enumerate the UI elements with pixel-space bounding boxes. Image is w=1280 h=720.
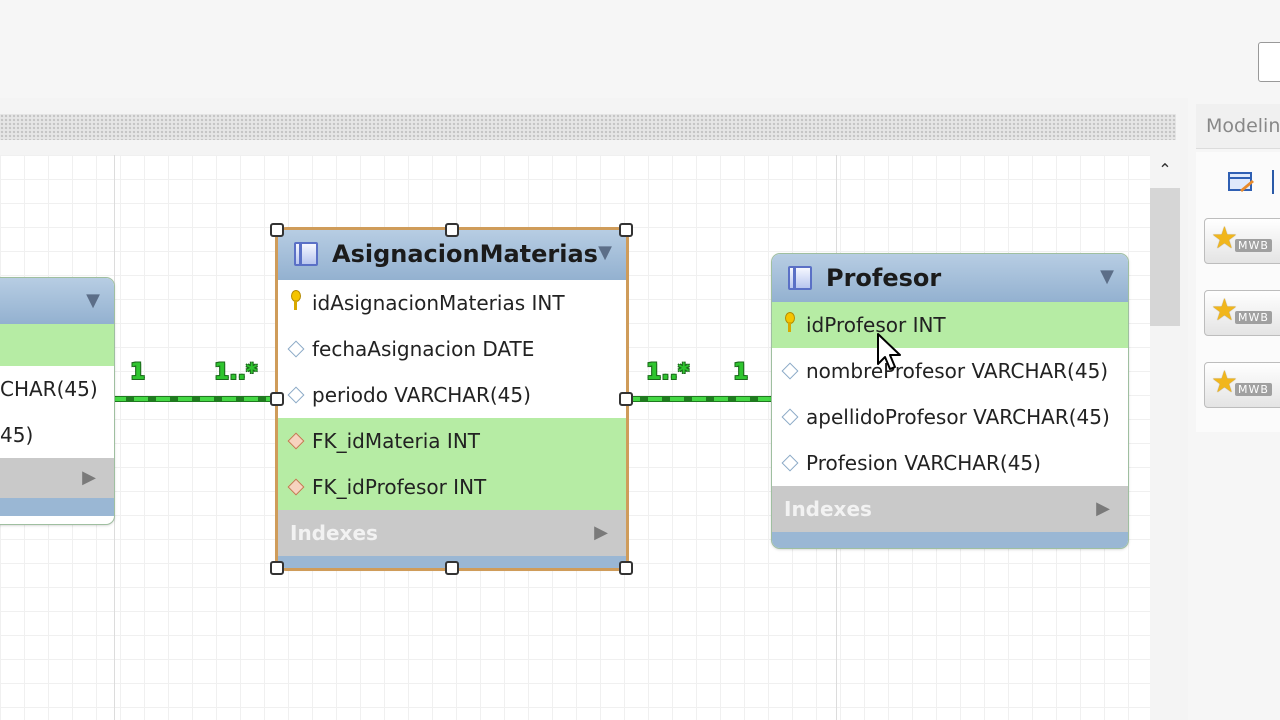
- primary-key-icon: [784, 312, 795, 334]
- table-header[interactable]: AsignacionMaterias ▼: [278, 230, 626, 280]
- star-icon: ★: [1211, 365, 1238, 400]
- table-asignacion-materias[interactable]: AsignacionMaterias ▼ idAsignacionMateria…: [278, 230, 626, 568]
- star-icon: ★: [1211, 221, 1238, 256]
- indexes-section[interactable]: ▶: [0, 458, 114, 498]
- table-profesor[interactable]: Profesor ▼ idProfesor INT nombreProfesor…: [772, 254, 1128, 548]
- table-header[interactable]: ▼: [0, 278, 114, 324]
- table-icon: [294, 242, 318, 266]
- cardinality-many-label: 1..*: [646, 360, 690, 385]
- column-diamond-icon: [781, 454, 799, 472]
- cardinality-one-label: 1: [130, 360, 146, 385]
- resize-handle-left[interactable]: [270, 392, 284, 406]
- table-title: Profesor: [826, 264, 942, 292]
- collapse-toggle-icon[interactable]: ▼: [86, 290, 100, 311]
- table-column-row[interactable]: FK_idMateria INT: [278, 418, 626, 464]
- mwb-label: MWB: [1235, 311, 1272, 324]
- page-boundary-line: [114, 155, 115, 720]
- toolbar-area: [0, 0, 1280, 98]
- column-diamond-icon: [781, 362, 799, 380]
- foreign-key-diamond-icon: [287, 478, 305, 496]
- mouse-cursor-icon: [877, 333, 901, 370]
- scroll-up-icon[interactable]: ⌃: [1156, 160, 1174, 180]
- table-column-row[interactable]: nombreProfesor VARCHAR(45): [772, 348, 1128, 394]
- table-title: AsignacionMaterias: [332, 240, 598, 268]
- mwb-file-button[interactable]: ★ MWB: [1204, 290, 1280, 336]
- table-footer: [0, 498, 114, 516]
- table-column-row[interactable]: idProfesor INT: [772, 302, 1128, 348]
- table-column-row[interactable]: fechaAsignacion DATE: [278, 326, 626, 372]
- column-label: periodo VARCHAR(45): [312, 383, 531, 407]
- indexes-label: Indexes: [290, 521, 378, 545]
- column-label: FK_idMateria INT: [312, 429, 480, 453]
- table-icon: [788, 266, 812, 290]
- column-label: idAsignacionMaterias INT: [312, 291, 565, 315]
- toolbar-button[interactable]: [1258, 42, 1280, 82]
- resize-handle-bottom-left[interactable]: [270, 561, 284, 575]
- model-tool-icon[interactable]: [1228, 170, 1256, 194]
- column-diamond-icon: [287, 340, 305, 358]
- mwb-label: MWB: [1235, 239, 1272, 252]
- cardinality-one-label: 1: [733, 360, 749, 385]
- resize-handle-right[interactable]: [619, 392, 633, 406]
- column-label: fechaAsignacion DATE: [312, 337, 535, 361]
- canvas-header-band: [0, 114, 1176, 140]
- star-icon: ★: [1211, 293, 1238, 328]
- resize-handle-top-right[interactable]: [619, 223, 633, 237]
- expand-arrow-icon[interactable]: ▶: [1096, 486, 1110, 532]
- table-column-row[interactable]: apellidoProfesor VARCHAR(45): [772, 394, 1128, 440]
- indexes-section[interactable]: Indexes ▶: [278, 510, 626, 556]
- collapse-toggle-icon[interactable]: ▼: [598, 242, 612, 263]
- table-footer: [772, 532, 1128, 548]
- column-label: 45): [0, 423, 34, 447]
- table-column-row[interactable]: idAsignacionMaterias INT: [278, 280, 626, 326]
- resize-handle-bottom-right[interactable]: [619, 561, 633, 575]
- resize-handle-bottom[interactable]: [445, 561, 459, 575]
- column-label: FK_idProfesor INT: [312, 475, 487, 499]
- mwb-file-button[interactable]: ★ MWB: [1204, 362, 1280, 408]
- model-tool-icon-partial[interactable]: [1272, 170, 1280, 194]
- table-materia[interactable]: ▼ CHAR(45) 45) ▶: [0, 278, 114, 524]
- indexes-label: Indexes: [784, 497, 872, 521]
- resize-handle-top-left[interactable]: [270, 223, 284, 237]
- indexes-section[interactable]: Indexes ▶: [772, 486, 1128, 532]
- mwb-label: MWB: [1235, 383, 1272, 396]
- column-label: CHAR(45): [0, 377, 98, 401]
- scrollbar-thumb[interactable]: [1150, 188, 1180, 326]
- column-label: nombreProfesor VARCHAR(45): [806, 359, 1109, 383]
- column-label: apellidoProfesor VARCHAR(45): [806, 405, 1110, 429]
- column-diamond-icon: [781, 408, 799, 426]
- modeling-panel-header[interactable]: Modelin: [1196, 104, 1280, 149]
- primary-key-icon: [290, 290, 301, 312]
- mwb-file-button[interactable]: ★ MWB: [1204, 218, 1280, 264]
- foreign-key-diamond-icon: [287, 432, 305, 450]
- table-column-row[interactable]: 45): [0, 412, 114, 458]
- table-column-row[interactable]: [0, 324, 114, 366]
- table-column-row[interactable]: FK_idProfesor INT: [278, 464, 626, 510]
- collapse-toggle-icon[interactable]: ▼: [1100, 266, 1114, 287]
- column-label: Profesion VARCHAR(45): [806, 451, 1041, 475]
- cardinality-many-label: 1..*: [214, 360, 258, 385]
- panel-title: Modelin: [1206, 115, 1280, 137]
- table-header[interactable]: Profesor ▼: [772, 254, 1128, 302]
- table-column-row[interactable]: Profesion VARCHAR(45): [772, 440, 1128, 486]
- table-column-row[interactable]: CHAR(45): [0, 366, 114, 412]
- column-diamond-icon: [287, 386, 305, 404]
- expand-arrow-icon[interactable]: ▶: [594, 510, 608, 556]
- expand-arrow-icon[interactable]: ▶: [82, 458, 96, 498]
- table-column-row[interactable]: periodo VARCHAR(45): [278, 372, 626, 418]
- resize-handle-top[interactable]: [445, 223, 459, 237]
